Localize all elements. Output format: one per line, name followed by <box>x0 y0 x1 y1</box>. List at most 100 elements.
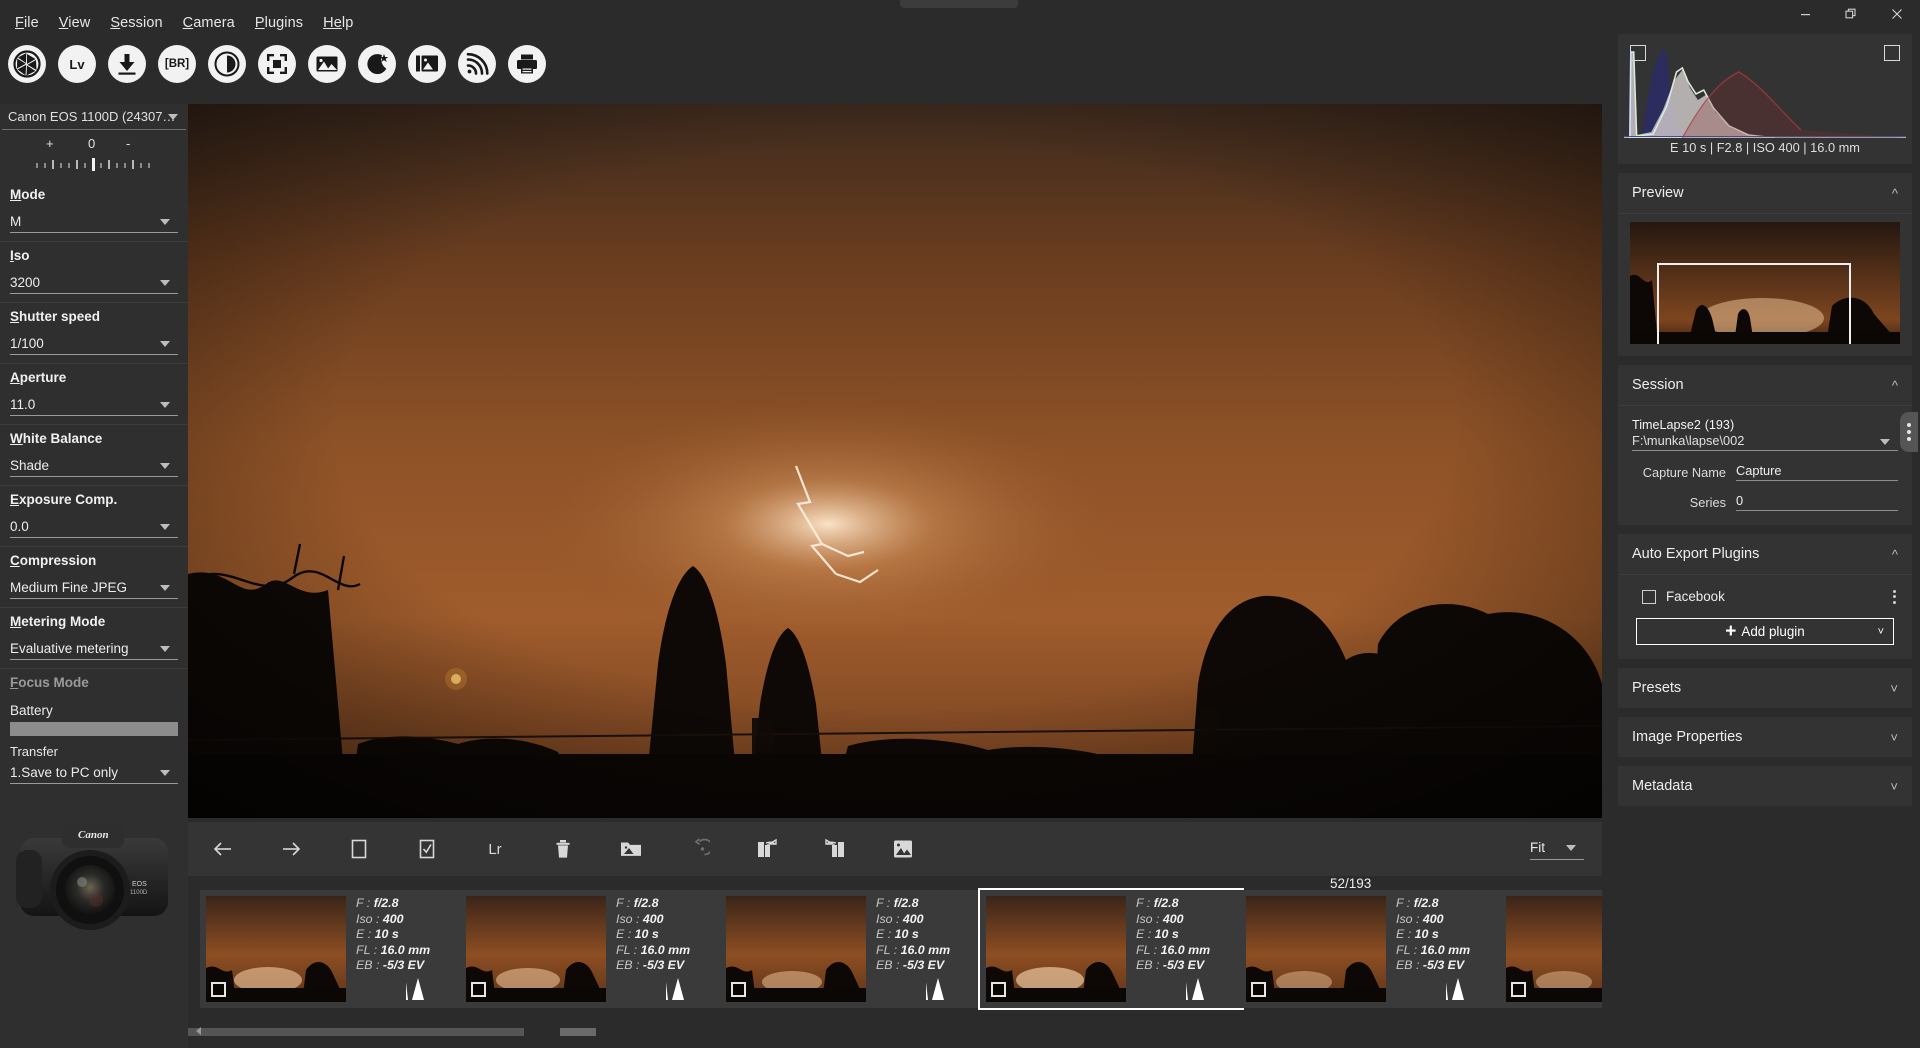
camera-brand-label: Canon <box>78 829 109 841</box>
menu-file[interactable]: File <box>6 12 48 34</box>
rotate-right-button[interactable] <box>752 834 782 864</box>
filmstrip[interactable]: F : f/2.8 Iso : 400 E : 10 s FL : 16.0 m… <box>188 876 1602 1020</box>
metering-mode-select[interactable]: Evaluative metering <box>10 638 178 660</box>
panel-handle-icon[interactable] <box>1900 412 1918 452</box>
meta-focal-length: 16.0 mm <box>381 943 431 957</box>
shutter-speed-value: 1/100 <box>10 336 44 351</box>
thumbnail-checkbox[interactable] <box>1511 982 1526 997</box>
auto-export-section-header[interactable]: Auto Export Plugins ^ <box>1618 534 1912 574</box>
mode-value: M <box>10 214 21 229</box>
thumbnail-checkbox[interactable] <box>1251 982 1266 997</box>
filmstrip-item[interactable]: F : f/2.8 Iso : 400 E : 10 s FL : 16.0 m… <box>200 890 462 1008</box>
menu-plugins[interactable]: Plugins <box>246 12 312 34</box>
filmstrip-item[interactable]: F : f/2.8 Iso : 400 E : 10 s FL : 16.0 m… <box>1500 890 1602 1008</box>
print-icon[interactable] <box>508 45 546 83</box>
minimize-button[interactable] <box>1782 0 1828 28</box>
multi-image-icon[interactable] <box>408 45 446 83</box>
metadata-section-header[interactable]: Metadata ˅ <box>1618 766 1912 806</box>
thumbnail-checkbox[interactable] <box>991 982 1006 997</box>
delete-button[interactable] <box>548 834 578 864</box>
scrollbar-thumb[interactable] <box>560 1028 596 1036</box>
image-properties-section-header[interactable]: Image Properties ˅ <box>1618 717 1912 757</box>
thumbnail-checkbox[interactable] <box>731 982 746 997</box>
exposure-meter: + 0 - <box>8 134 180 179</box>
chevron-down-icon <box>160 585 170 591</box>
zoom-level-select[interactable]: Fit <box>1530 836 1584 860</box>
session-section-header[interactable]: Session ^ <box>1618 365 1912 405</box>
filmstrip-item-selected[interactable]: F : f/2.8 Iso : 400 E : 10 s FL : 16.0 m… <box>980 890 1242 1008</box>
select-all-button[interactable] <box>412 834 442 864</box>
preview-section-header[interactable]: Preview ^ <box>1618 173 1912 213</box>
thumbnail-image <box>726 896 866 1002</box>
session-selector[interactable]: TimeLapse2 (193) F:\munka\lapse\002 <box>1632 416 1898 451</box>
highlight-clipping-toggle[interactable] <box>1884 45 1900 61</box>
chevron-down-icon <box>168 114 178 120</box>
mode-select[interactable]: M <box>10 211 178 233</box>
filmstrip-item[interactable]: F : f/2.8 Iso : 400 E : 10 s FL : 16.0 m… <box>460 890 722 1008</box>
scrollbar-thumb[interactable] <box>188 1028 524 1036</box>
field-iso: Iso 3200 <box>0 242 188 303</box>
live-view-icon[interactable]: Lv <box>58 45 96 83</box>
open-folder-button[interactable] <box>616 834 646 864</box>
close-button[interactable] <box>1874 0 1920 28</box>
left-horizontal-scrollbar[interactable] <box>188 1026 528 1038</box>
plugin-row-facebook[interactable]: Facebook <box>1628 587 1902 604</box>
facebook-plugin-checkbox[interactable] <box>1642 590 1656 604</box>
aperture-select[interactable]: 11.0 <box>10 394 178 416</box>
download-icon[interactable] <box>108 45 146 83</box>
iso-select[interactable]: 3200 <box>10 272 178 294</box>
chevron-down-icon <box>160 770 170 776</box>
exposure-comp-select[interactable]: 0.0 <box>10 516 178 538</box>
transfer-select[interactable]: 1.Save to PC only <box>10 762 178 784</box>
plugin-options-menu-icon[interactable] <box>1893 590 1902 604</box>
thumbnail-checkbox[interactable] <box>211 982 226 997</box>
thumbnail-image <box>466 896 606 1002</box>
rotate-left-button[interactable] <box>820 834 850 864</box>
meta-exposure: 10 s <box>895 927 919 941</box>
filmstrip-scrollbar[interactable] <box>530 1026 1602 1038</box>
meta-focal-length: 16.0 mm <box>901 943 951 957</box>
night-mode-icon[interactable] <box>358 45 396 83</box>
shadow-clipping-toggle[interactable] <box>1630 45 1646 61</box>
restore-button[interactable] <box>1828 0 1874 28</box>
open-in-lightroom-button[interactable]: Lr <box>480 834 510 864</box>
presets-section-header[interactable]: Presets ˅ <box>1618 668 1912 708</box>
camera-settings-panel: Canon EOS 1100D (24307… + 0 - Mode M Iso… <box>0 104 188 1048</box>
thumbnail-checkbox[interactable] <box>471 982 486 997</box>
filmstrip-item[interactable]: F : f/2.8 Iso : 400 E : 10 s FL : 16.0 m… <box>720 890 982 1008</box>
preview-image[interactable] <box>1630 222 1900 344</box>
undo-button[interactable] <box>684 834 714 864</box>
menu-help[interactable]: Help <box>314 12 362 34</box>
edit-image-button[interactable] <box>888 834 918 864</box>
previous-image-button[interactable] <box>208 834 238 864</box>
series-input[interactable]: 0 <box>1736 493 1898 511</box>
window-drag-handle[interactable] <box>900 0 1018 8</box>
timer-icon[interactable] <box>208 45 246 83</box>
meta-aperture: f/2.8 <box>634 896 659 910</box>
shutter-release-icon[interactable] <box>8 45 46 83</box>
menu-camera[interactable]: Camera <box>174 12 244 34</box>
image-icon[interactable] <box>308 45 346 83</box>
white-balance-select[interactable]: Shade <box>10 455 178 477</box>
meter-ticks <box>36 158 156 174</box>
fullscreen-icon[interactable] <box>258 45 296 83</box>
shutter-speed-select[interactable]: 1/100 <box>10 333 178 355</box>
menu-session[interactable]: Session <box>101 12 171 34</box>
filmstrip-item[interactable]: F : f/2.8 Iso : 400 E : 10 s FL : 16.0 m… <box>1240 890 1502 1008</box>
select-none-button[interactable] <box>344 834 374 864</box>
bracketing-icon[interactable]: [BR] <box>158 45 196 83</box>
image-viewer[interactable] <box>188 104 1602 818</box>
menu-view[interactable]: View <box>50 12 100 34</box>
camera-selector[interactable]: Canon EOS 1100D (24307… <box>2 104 186 130</box>
meter-plus-label: + <box>46 136 54 151</box>
add-plugin-button[interactable]: + Add plugin ˅ <box>1636 618 1894 645</box>
scroll-left-arrow-icon[interactable] <box>192 1024 208 1040</box>
wireless-icon[interactable] <box>458 45 496 83</box>
meter-zero-label: 0 <box>88 136 95 151</box>
preview-roi-rect[interactable] <box>1657 263 1851 344</box>
next-image-button[interactable] <box>276 834 306 864</box>
meta-iso: 400 <box>1163 912 1184 926</box>
meter-minus-label: - <box>126 136 130 151</box>
compression-select[interactable]: Medium Fine JPEG <box>10 577 178 599</box>
capture-name-input[interactable]: Capture <box>1736 463 1898 481</box>
